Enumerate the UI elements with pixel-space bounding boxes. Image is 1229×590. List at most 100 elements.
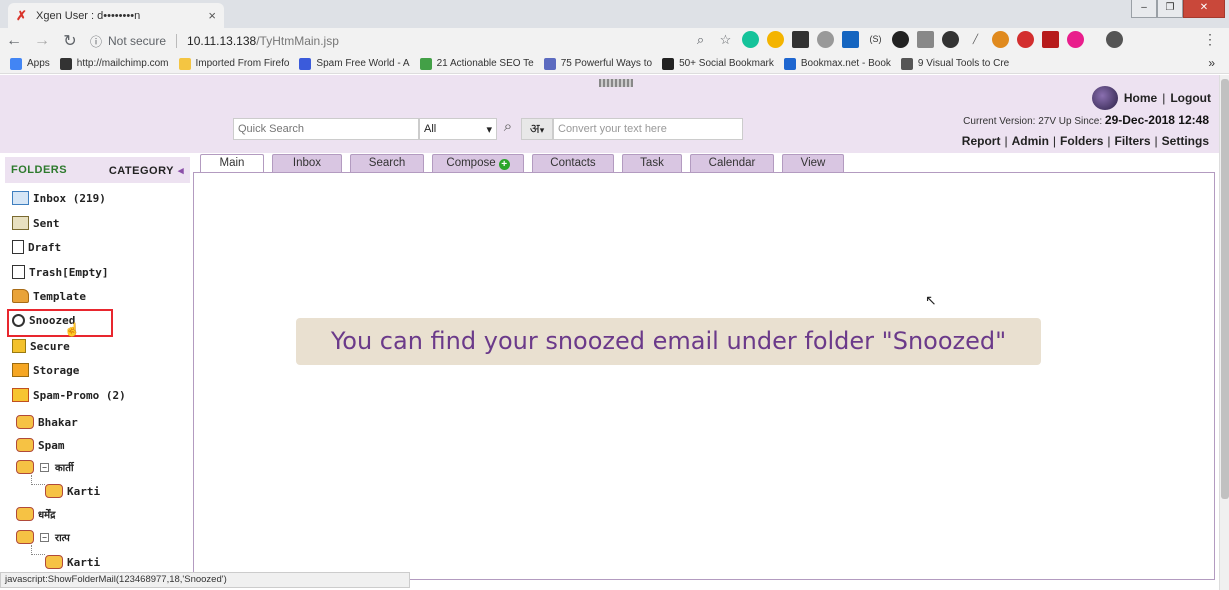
gear-ext-icon[interactable] (992, 31, 1009, 48)
user-folder-icon (16, 415, 34, 429)
settings-ext-icon[interactable] (817, 31, 834, 48)
folder-sent[interactable]: Sent (12, 216, 60, 230)
bookmark-item[interactable]: 75 Powerful Ways to (543, 57, 653, 70)
profile-icon[interactable] (1106, 31, 1123, 48)
folder-label: रात्प (55, 533, 70, 544)
pen-ext-icon[interactable]: ╱ (967, 31, 984, 48)
menu-dots-icon[interactable]: ⋮ (1203, 31, 1217, 48)
bookmark-item[interactable]: Spam Free World - A (299, 57, 410, 70)
tab-label: Task (640, 157, 664, 169)
browser-tabstrip: ✗ Xgen User : d••••••••n × – ❐ ✕ (0, 0, 1229, 28)
tab-main[interactable]: Main (200, 154, 264, 173)
search-scope-select[interactable]: All ▾ (419, 118, 497, 140)
folder-inbox[interactable]: Inbox (219) (12, 191, 106, 205)
bookmark-item[interactable]: 21 Actionable SEO Te (419, 57, 534, 70)
folder-label: Spam-Promo (2) (33, 388, 126, 402)
user-folder-karti-2[interactable]: Karti (45, 555, 100, 569)
pink-ext-icon[interactable] (1067, 31, 1084, 48)
bookmark-item[interactable]: 9 Visual Tools to Cre (900, 57, 1009, 70)
bookmark-label: Apps (27, 58, 50, 69)
logout-link[interactable]: Logout (1170, 91, 1211, 105)
admin-link-report[interactable]: Report (962, 134, 1001, 148)
tab-close-icon[interactable]: × (208, 8, 216, 23)
zoom-icon[interactable]: ⌕ (692, 31, 709, 48)
folder-template[interactable]: Template (12, 289, 86, 303)
folder-storage[interactable]: Storage (12, 363, 79, 377)
folders-header[interactable]: FOLDERS (11, 164, 67, 176)
restore-icon[interactable]: ❐ (1157, 0, 1183, 18)
page-scrollbar[interactable] (1219, 75, 1229, 590)
scrollbar-thumb[interactable] (1221, 79, 1229, 499)
user-folder-dharmendra[interactable]: धर्मेंद्र (16, 507, 55, 521)
tab-search[interactable]: Search (350, 154, 424, 172)
badge-ext-icon[interactable] (1017, 31, 1034, 48)
collapse-sidebar-icon[interactable]: ◂ (178, 165, 184, 177)
pinterest-ext-icon[interactable] (842, 31, 859, 48)
folder-draft[interactable]: Draft (12, 240, 61, 254)
tab-inbox[interactable]: Inbox (272, 154, 342, 172)
reload-icon[interactable]: ↻ (56, 31, 84, 51)
admin-link-folders[interactable]: Folders (1060, 134, 1103, 148)
bookmark-item[interactable]: Imported From Firefo (178, 57, 290, 70)
mail-ext-icon[interactable] (917, 31, 934, 48)
search-icon[interactable]: ⌕ (497, 118, 519, 140)
bookmark-label: 75 Powerful Ways to (560, 58, 653, 69)
browser-tab[interactable]: ✗ Xgen User : d••••••••n × (8, 3, 224, 28)
forward-arrow-icon[interactable]: → (28, 32, 56, 50)
qr-ext-icon[interactable] (792, 31, 809, 48)
category-header-wrap[interactable]: CATEGORY ◂ (109, 164, 184, 177)
user-folder-karti-hindi[interactable]: − कार्ती (16, 460, 74, 474)
admin-link-settings[interactable]: Settings (1162, 134, 1209, 148)
bookmark-favicon-icon (783, 57, 796, 70)
language-toggle-button[interactable]: अ▾ (521, 118, 553, 140)
chrome-ext-icon[interactable] (767, 31, 784, 48)
avatar[interactable] (1091, 86, 1118, 110)
admin-links: Report | Admin | Folders | Filters | Settings (962, 134, 1209, 148)
folder-trash[interactable]: Trash[Empty] (12, 265, 108, 279)
minimize-icon[interactable]: – (1131, 0, 1157, 18)
tab-calendar[interactable]: Calendar (690, 154, 774, 172)
mouse-pointer-icon: ↖ (925, 292, 937, 308)
bookmark-label: Imported From Firefo (195, 58, 290, 69)
dollar-ext-icon[interactable]: (S) (867, 31, 884, 48)
address-bar[interactable]: ⓘ Not secure 10.11.13.138 /TyHtmMain.jsp (90, 30, 339, 52)
bookmarks-overflow-icon[interactable]: » (1208, 56, 1215, 70)
bookmark-item[interactable]: Bookmax.net - Book (783, 57, 891, 70)
home-link[interactable]: Home (1124, 91, 1157, 105)
admin-link-admin[interactable]: Admin (1012, 134, 1049, 148)
folder-icon (12, 289, 29, 303)
tab-view[interactable]: View (782, 154, 844, 172)
bookmark-favicon-icon (178, 57, 191, 70)
tab-compose[interactable]: Compose + (432, 154, 524, 172)
back-arrow-icon[interactable]: ← (0, 32, 28, 50)
user-folder-bhakar[interactable]: Bhakar (16, 415, 78, 429)
star-icon[interactable]: ☆ (717, 31, 734, 48)
tab-task[interactable]: Task (622, 154, 682, 172)
folder-label: Karti (67, 484, 101, 498)
camera-ext-icon[interactable] (942, 31, 959, 48)
window-close-icon[interactable]: ✕ (1183, 0, 1225, 18)
admin-link-filters[interactable]: Filters (1115, 134, 1151, 148)
folder-spam-promo[interactable]: Spam-Promo (2) (12, 388, 126, 402)
info-icon[interactable]: ⓘ (90, 33, 108, 50)
bookmarks-bar: Apps http://mailchimp.com Imported From Fi… (0, 54, 1229, 74)
bookmark-item[interactable]: http://mailchimp.com (59, 57, 169, 70)
user-folder-karti[interactable]: Karti (45, 484, 100, 498)
storage-icon (12, 363, 29, 377)
bookmark-item[interactable]: Apps (10, 57, 50, 70)
convert-text-input[interactable]: Convert your text here (553, 118, 743, 140)
dark-ext-icon[interactable] (892, 31, 909, 48)
collapse-icon[interactable]: − (40, 462, 49, 472)
quick-search-input[interactable] (233, 118, 419, 140)
user-folder-spam[interactable]: Spam (16, 438, 65, 452)
bookmark-item[interactable]: 50+ Social Bookmark (662, 57, 774, 70)
grammarly-icon[interactable] (742, 31, 759, 48)
category-header: CATEGORY (108, 164, 174, 177)
folder-secure[interactable]: Secure (12, 339, 70, 353)
user-folder-ratp[interactable]: − रात्प (16, 530, 70, 544)
tab-contacts[interactable]: Contacts (532, 154, 614, 172)
header-collapse-grip[interactable] (599, 79, 633, 87)
desc-ext-icon[interactable] (1042, 31, 1059, 48)
collapse-icon[interactable]: − (40, 532, 49, 542)
bookmark-favicon-icon (419, 57, 432, 70)
